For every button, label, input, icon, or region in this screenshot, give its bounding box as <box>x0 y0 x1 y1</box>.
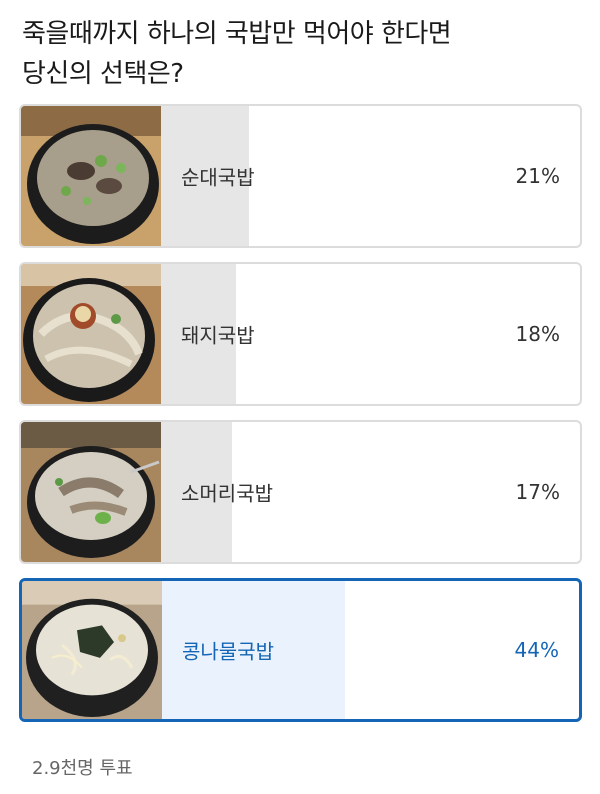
vote-count: 2.9천명 투표 <box>32 758 133 779</box>
poll-question: 죽을때까지 하나의 국밥만 먹어야 한다면 당신의 선택은? <box>22 14 582 94</box>
poll-option-someori[interactable]: 소머리국밥 17% <box>19 420 582 564</box>
poll-option-kongnamul[interactable]: 콩나물국밥 44% <box>19 578 582 722</box>
someori-gukbap-photo <box>21 422 161 562</box>
poll-question-line2: 당신의 선택은? <box>22 59 184 89</box>
poll-option-percent: 44% <box>514 638 559 662</box>
sundae-gukbap-photo <box>21 106 161 246</box>
poll-option-label: 소머리국밥 <box>181 481 273 506</box>
poll-option-sundae[interactable]: 순대국밥 21% <box>19 104 582 248</box>
poll-option-dwaeji[interactable]: 돼지국밥 18% <box>19 262 582 406</box>
dwaeji-gukbap-photo <box>21 264 161 404</box>
poll-question-line1: 죽을때까지 하나의 국밥만 먹어야 한다면 <box>22 19 452 49</box>
poll-option-label: 순대국밥 <box>181 165 255 190</box>
poll-options: 순대국밥 21% 돼지국밥 18% 소머리국밥 17% 콩나물국밥 44% <box>19 104 582 736</box>
poll-option-percent: 17% <box>515 480 560 504</box>
poll-option-percent: 21% <box>515 164 560 188</box>
kongnamul-gukbap-photo <box>22 581 162 719</box>
poll-option-label: 콩나물국밥 <box>182 639 274 664</box>
poll-option-label: 돼지국밥 <box>181 323 255 348</box>
poll-option-percent: 18% <box>515 322 560 346</box>
